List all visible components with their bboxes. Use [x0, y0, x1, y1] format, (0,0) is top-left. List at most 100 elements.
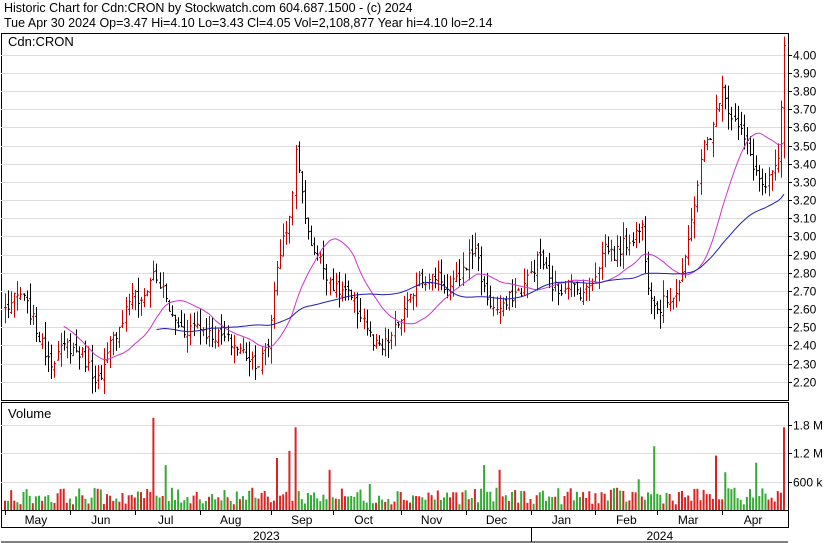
volume-bar [708, 494, 711, 510]
volume-bar [643, 499, 646, 510]
volume-bar [78, 488, 81, 510]
volume-bar [548, 496, 551, 510]
volume-bar [328, 469, 331, 510]
volume-bar [300, 499, 303, 510]
volume-bar [384, 501, 387, 510]
volume-bar [266, 496, 269, 510]
volume-bar [603, 493, 606, 510]
volume-bar [226, 497, 229, 510]
volume-bar [13, 500, 16, 510]
year-label: 2024 [646, 529, 673, 543]
volume-bar [662, 503, 665, 510]
volume-bar [34, 496, 37, 510]
volume-bar [467, 499, 470, 510]
volume-bar [41, 500, 44, 510]
volume-bar [511, 492, 513, 510]
month-label: Sep [291, 513, 313, 527]
volume-bar [764, 493, 767, 510]
volume-bar [585, 497, 588, 510]
volume-bar [72, 504, 74, 510]
volume-bar [294, 427, 297, 510]
volume-bar [130, 494, 133, 510]
volume-bar [269, 502, 272, 510]
volume-bar [545, 500, 547, 510]
volume-bar [631, 491, 634, 510]
volume-bar [334, 498, 337, 510]
volume-bar [575, 491, 578, 510]
volume-bar [220, 500, 223, 510]
volume-bar [588, 491, 591, 510]
volume-bar [415, 496, 418, 510]
volume-bar [677, 492, 680, 510]
volume-bar [736, 498, 739, 510]
volume-tick-label: 1.8 M [793, 419, 823, 433]
volume-bar [189, 503, 192, 510]
volume-bar [690, 500, 693, 510]
volume-bar [180, 502, 183, 510]
volume-bar [387, 498, 390, 510]
volume-bar [204, 501, 207, 510]
month-label: Mar [678, 513, 699, 527]
volume-bar [523, 491, 526, 510]
volume-bar [93, 488, 96, 510]
year-label: 2023 [253, 529, 280, 543]
volume-bar [733, 487, 736, 510]
volume-bar [650, 494, 653, 510]
price-tick-label: 3.60 [793, 121, 817, 135]
volume-bar [371, 503, 374, 510]
volume-bar [421, 497, 424, 510]
volume-bar [535, 495, 538, 510]
volume-bar [316, 498, 319, 510]
volume-bar [313, 492, 316, 510]
volume-bar [412, 495, 414, 510]
volume-bar [724, 472, 727, 510]
volume-bar [498, 469, 501, 510]
volume-bar [44, 496, 47, 510]
volume-bar [609, 489, 612, 510]
volume-bar [81, 495, 84, 510]
symbol-legend: Cdn:CRON [8, 34, 74, 49]
volume-bar [28, 495, 31, 510]
volume-bar [254, 497, 257, 510]
volume-bar [684, 497, 687, 510]
volume-bar [455, 492, 458, 510]
volume-bar [112, 501, 115, 510]
volume-bar [424, 499, 427, 510]
volume-bar [68, 498, 71, 510]
volume-bar [613, 488, 615, 510]
volume-bar [164, 465, 167, 510]
volume-tick-label: 1.2 M [793, 447, 823, 461]
volume-bar [569, 488, 572, 510]
volume-bar [501, 496, 504, 510]
volume-bar [118, 501, 121, 510]
volume-bar [418, 496, 421, 510]
volume-bar [600, 492, 603, 510]
volume-bar [520, 491, 523, 510]
volume-bar [214, 499, 217, 510]
volume-bar [322, 494, 325, 510]
volume-bar [306, 493, 309, 510]
volume-bar [375, 502, 377, 510]
month-label: Jun [91, 513, 110, 527]
price-tick-label: 2.20 [793, 376, 817, 390]
volume-bar [288, 450, 291, 510]
volume-bar [477, 502, 479, 510]
volume-bar [115, 498, 118, 510]
volume-bar [303, 503, 306, 510]
price-tick-label: 3.50 [793, 140, 817, 154]
volume-bar [198, 499, 201, 510]
volume-bar [730, 489, 733, 510]
price-tick-label: 3.30 [793, 176, 817, 190]
volume-bar [272, 500, 275, 510]
volume-bar [359, 489, 362, 510]
volume-bar [779, 492, 782, 510]
volume-bar [143, 498, 146, 510]
volume-bar [470, 498, 473, 510]
volume-bar [19, 504, 22, 510]
volume-bar [297, 491, 300, 510]
volume-bar [628, 500, 631, 510]
volume-bar [430, 495, 433, 510]
volume-bar [705, 494, 708, 510]
volume-bar [622, 490, 625, 510]
volume-bar [647, 492, 649, 510]
